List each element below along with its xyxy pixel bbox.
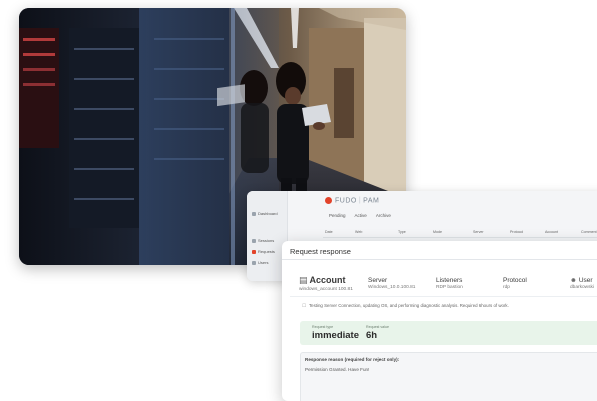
protocol-value: rdp bbox=[503, 285, 510, 290]
brand-logo: FUDO | PAM bbox=[325, 197, 379, 204]
request-value-label: Request value bbox=[366, 325, 389, 329]
request-type-label: Request type bbox=[312, 325, 334, 329]
field-account: ▤ Account windows_account 100.81 bbox=[299, 275, 353, 292]
request-response-dialog: Request response ▤ Account windows_accoun… bbox=[282, 241, 597, 401]
field-listeners: Listeners RDP bastion bbox=[436, 277, 463, 290]
divider bbox=[290, 296, 597, 297]
response-reason-label: Response reason (required for reject onl… bbox=[305, 357, 400, 362]
listeners-label: Listeners bbox=[436, 277, 463, 284]
fudo-logo-icon bbox=[325, 197, 332, 204]
account-value: windows_account 100.81 bbox=[299, 287, 353, 292]
request-value-value: 6h bbox=[366, 330, 378, 341]
requests-icon bbox=[252, 249, 256, 254]
account-label: ▤ Account bbox=[299, 275, 346, 285]
tab-archive[interactable]: Archive bbox=[376, 213, 391, 218]
request-summary-panel: Request type immediate Request value 6h bbox=[300, 321, 597, 345]
column-comment[interactable]: Comment bbox=[581, 230, 597, 234]
sidebar-item-requests[interactable]: Requests bbox=[252, 249, 275, 254]
user-icon: ☻ bbox=[570, 277, 577, 284]
user-value: dbarkowski bbox=[570, 285, 594, 290]
column-date[interactable]: Date bbox=[325, 230, 333, 234]
sidebar-item-users[interactable]: Users bbox=[252, 260, 268, 265]
account-icon: ▤ bbox=[299, 275, 308, 285]
tab-pending[interactable]: Pending bbox=[329, 213, 346, 218]
sidebar-item-dashboard[interactable]: Dashboard bbox=[252, 211, 278, 216]
column-protocol[interactable]: Protocol bbox=[510, 230, 523, 234]
users-icon bbox=[252, 260, 256, 265]
field-protocol: Protocol rdp bbox=[503, 277, 527, 290]
response-reason-field[interactable]: Response reason (required for reject onl… bbox=[300, 352, 597, 401]
server-value: Windows_10.0.100.81 bbox=[368, 285, 416, 290]
comment-icon: ☐ bbox=[302, 303, 306, 308]
divider bbox=[282, 259, 597, 260]
table-header: Date Web Type Mode Server Protocol Accou… bbox=[323, 230, 597, 238]
column-mode[interactable]: Mode bbox=[433, 230, 442, 234]
response-reason-input[interactable]: Permission Granted. Have Fun! bbox=[305, 367, 369, 372]
request-type-value: immediate bbox=[312, 330, 359, 341]
column-type[interactable]: Type bbox=[398, 230, 406, 234]
column-account[interactable]: Account bbox=[545, 230, 558, 234]
protocol-label: Protocol bbox=[503, 277, 527, 284]
field-user: ☻ User dbarkowski bbox=[570, 277, 594, 290]
request-type: Request type immediate bbox=[312, 325, 359, 341]
field-server: Server Windows_10.0.100.81 bbox=[368, 277, 415, 290]
listeners-value: RDP bastion bbox=[436, 285, 463, 290]
dialog-title: Request response bbox=[290, 247, 351, 256]
request-tabs: Pending Active Archive bbox=[329, 213, 399, 218]
sessions-icon bbox=[252, 238, 256, 243]
request-value: Request value 6h bbox=[366, 325, 389, 341]
column-server[interactable]: Server bbox=[473, 230, 484, 234]
column-web[interactable]: Web bbox=[355, 230, 362, 234]
server-label: Server bbox=[368, 277, 388, 284]
dashboard-icon bbox=[252, 211, 256, 216]
user-label: ☻ User bbox=[570, 277, 593, 284]
request-description: ☐ Testing Server Connection, updating OS,… bbox=[302, 303, 509, 308]
tab-active[interactable]: Active bbox=[355, 213, 367, 218]
sidebar-item-sessions[interactable]: Sessions bbox=[252, 238, 274, 243]
